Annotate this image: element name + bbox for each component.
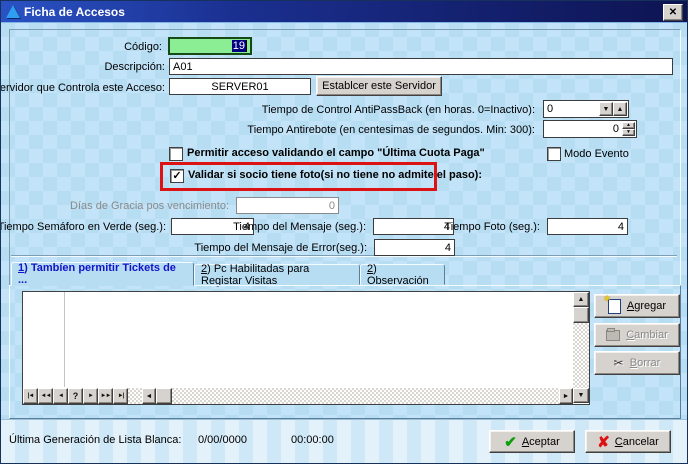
foto-value: 4 bbox=[618, 221, 624, 233]
grid-bottom-strip: |◄ ◄◄ ◄ ? ► ►► ►| ◄ ► bbox=[23, 388, 573, 404]
establecer-servidor-button[interactable]: Establcer este Servidor bbox=[316, 76, 442, 96]
validar-foto-checkbox[interactable]: ✓ bbox=[170, 169, 184, 183]
scroll-right-icon[interactable]: ► bbox=[559, 388, 573, 404]
cambiar-label: Cambiar bbox=[626, 329, 668, 341]
descripcion-input[interactable]: A01 bbox=[169, 58, 673, 75]
cancelar-button[interactable]: ✘ Cancelar bbox=[585, 430, 671, 453]
validar-foto-label[interactable]: Validar si socio tiene foto(si no tiene … bbox=[188, 169, 482, 181]
mensaje-error-label: Tiempo del Mensaje de Error(seg.): bbox=[194, 242, 367, 254]
nav-prev-page-button[interactable]: ◄◄ bbox=[38, 388, 53, 404]
vertical-scroll-thumb[interactable] bbox=[573, 307, 589, 323]
antipassback-label: Tiempo de Control AntiPassBack (en horas… bbox=[262, 104, 535, 116]
sparkle-icon: ✶ bbox=[603, 294, 611, 305]
tab-pc-habilitadas[interactable]: 2) Pc Habilitadas para Registar Visitas bbox=[194, 264, 360, 285]
mensaje-error-input[interactable]: 4 bbox=[374, 239, 455, 256]
nav-next-button[interactable]: ► bbox=[83, 388, 98, 404]
app-logo-icon bbox=[6, 5, 20, 18]
descripcion-label: Descripción: bbox=[104, 61, 165, 73]
foto-input[interactable]: 4 bbox=[547, 218, 628, 235]
mensaje-error-value: 4 bbox=[445, 242, 451, 254]
spinner-up-icon[interactable]: ▲ bbox=[622, 122, 635, 129]
aceptar-button[interactable]: ✔ Aceptar bbox=[489, 430, 575, 453]
vertical-scrollbar[interactable]: ▲ ▼ bbox=[573, 292, 589, 404]
nav-last-button[interactable]: ►| bbox=[113, 388, 128, 404]
spinner-down-icon[interactable]: ▼ bbox=[622, 129, 635, 136]
tab-tickets[interactable]: 1) Tambíen permitir Tickets de ... bbox=[11, 262, 194, 286]
servidor-label: Servidor que Controla este Acceso: bbox=[0, 82, 165, 94]
footer-bar: Última Generación de Lista Blanca: 0/00/… bbox=[1, 419, 687, 463]
antirebote-label: Tiempo Antirebote (en centesimas de segu… bbox=[247, 124, 535, 136]
dialog-body: Código: 19 Descripción: A01 Servidor que… bbox=[1, 23, 687, 463]
foto-label: Tiempo Foto (seg.): bbox=[444, 221, 540, 233]
aceptar-label: Aceptar bbox=[522, 436, 560, 448]
antipassback-value: 0 bbox=[547, 103, 553, 115]
horizontal-scroll-thumb[interactable] bbox=[156, 388, 172, 404]
vertical-scroll-track[interactable] bbox=[573, 323, 589, 388]
scroll-left-icon[interactable]: ◄ bbox=[142, 388, 156, 404]
red-x-icon: ✘ bbox=[597, 433, 610, 451]
grid-column-divider bbox=[64, 292, 65, 387]
text-cursor bbox=[246, 40, 247, 52]
cambiar-button[interactable]: Cambiar bbox=[594, 323, 680, 347]
dias-gracia-label: Días de Gracia pos vencimiento: bbox=[70, 200, 229, 212]
lista-blanca-date: 0/00/0000 bbox=[198, 434, 247, 446]
ultima-cuota-checkbox[interactable] bbox=[169, 147, 183, 161]
modo-evento-label[interactable]: Modo Evento bbox=[564, 148, 629, 160]
antirebote-input[interactable]: 0 ▲ ▼ bbox=[543, 120, 637, 138]
mensaje-label: Tiempo del Mensaje (seg.): bbox=[233, 221, 366, 233]
codigo-selected-value: 19 bbox=[232, 40, 246, 52]
agregar-button[interactable]: ✶ Agregar bbox=[594, 294, 680, 318]
borrar-button[interactable]: ✂ Borrar bbox=[594, 351, 680, 375]
close-button[interactable]: ✕ bbox=[663, 4, 683, 21]
new-item-icon: ✶ bbox=[608, 299, 621, 314]
nav-next-page-button[interactable]: ►► bbox=[98, 388, 113, 404]
cancelar-label: Cancelar bbox=[615, 436, 659, 448]
close-icon: ✕ bbox=[669, 8, 677, 18]
scroll-up-icon[interactable]: ▲ bbox=[573, 292, 589, 307]
green-check-icon: ✔ bbox=[504, 433, 517, 451]
dias-gracia-value: 0 bbox=[329, 200, 335, 212]
scroll-down-icon[interactable]: ▼ bbox=[573, 388, 589, 403]
tab-label: 2) Pc Habilitadas para Registar Visitas bbox=[201, 263, 353, 287]
antirebote-value: 0 bbox=[613, 123, 619, 135]
title-bar[interactable]: Ficha de Accesos ✕ bbox=[1, 1, 687, 23]
h-scroll-track[interactable] bbox=[128, 388, 142, 404]
tab-observacion[interactable]: 2) Observación bbox=[360, 264, 445, 285]
descripcion-value: A01 bbox=[173, 61, 193, 73]
modo-evento-checkbox[interactable] bbox=[547, 147, 561, 161]
chevron-up-icon: ▲ bbox=[617, 106, 624, 113]
scissors-icon: ✂ bbox=[614, 356, 624, 370]
lista-blanca-time: 00:00:00 bbox=[291, 434, 334, 446]
h-scroll-track[interactable] bbox=[172, 388, 559, 404]
servidor-value: SERVER01 bbox=[211, 81, 268, 93]
lista-blanca-label: Última Generación de Lista Blanca: bbox=[9, 434, 181, 446]
antirebote-spinner[interactable]: ▲ ▼ bbox=[622, 122, 635, 136]
section-divider bbox=[11, 255, 677, 257]
servidor-input[interactable]: SERVER01 bbox=[169, 78, 311, 95]
checkmark-icon: ✓ bbox=[172, 171, 181, 182]
tab-label: 2) Observación bbox=[367, 263, 438, 287]
nav-help-button[interactable]: ? bbox=[68, 388, 83, 404]
nav-prev-button[interactable]: ◄ bbox=[53, 388, 68, 404]
antipassback-up-button[interactable]: ▲ bbox=[613, 102, 627, 116]
mensaje-input[interactable]: 4 bbox=[373, 218, 454, 235]
dias-gracia-input: 0 bbox=[236, 197, 339, 214]
agregar-label: Agregar bbox=[627, 300, 666, 312]
antipassback-input[interactable]: 0 ▼ ▲ bbox=[543, 100, 629, 118]
ultima-cuota-label[interactable]: Permitir acceso validando el campo "Últi… bbox=[187, 147, 485, 159]
tab-label: 1) Tambíen permitir Tickets de ... bbox=[18, 262, 187, 286]
tab-page: ▲ ▼ |◄ ◄◄ ◄ ? ► ►► ►| ◄ ► bbox=[9, 285, 681, 419]
antipassback-dropdown-button[interactable]: ▼ bbox=[599, 102, 613, 116]
chevron-down-icon: ▼ bbox=[603, 106, 610, 113]
nav-first-button[interactable]: |◄ bbox=[23, 388, 38, 404]
codigo-label: Código: bbox=[124, 41, 162, 53]
borrar-label: Borrar bbox=[630, 357, 661, 369]
semaforo-label: Tiempo Semáforo en Verde (seg.): bbox=[0, 221, 166, 233]
codigo-input[interactable]: 19 bbox=[168, 37, 252, 55]
window-title: Ficha de Accesos bbox=[24, 5, 125, 19]
edit-item-icon bbox=[606, 330, 620, 341]
ficha-de-accesos-dialog: Ficha de Accesos ✕ Código: 19 Descripció… bbox=[0, 0, 688, 464]
tickets-grid[interactable]: ▲ ▼ |◄ ◄◄ ◄ ? ► ►► ►| ◄ ► bbox=[22, 291, 590, 405]
